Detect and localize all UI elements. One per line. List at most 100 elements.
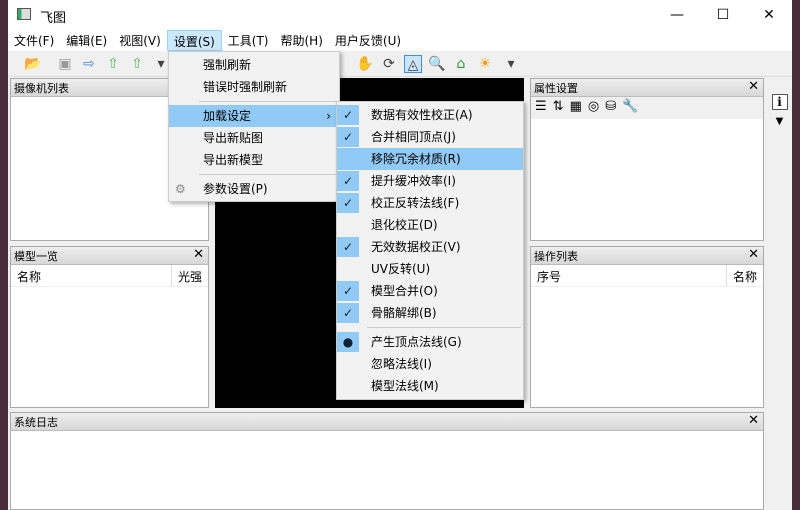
gear-icon: ⚙ [175,182,186,196]
menu-item-load-settings[interactable]: 加载设定 › [169,105,339,127]
menu-separator [199,174,337,175]
checkmark-icon: ✓ [337,171,359,191]
panel-title: 摄像机列表 [14,82,69,95]
toolbar-overflow2-icon[interactable]: ▾ [502,55,520,73]
submenu-arrow-icon: › [326,109,331,123]
submenu-item[interactable]: ✓ 提升缓冲效率(I) [337,170,523,192]
minimize-button[interactable]: — [654,0,700,30]
submenu-item[interactable]: 忽略法线(I) [337,353,523,375]
open-folder-icon[interactable]: 📂 [24,55,42,73]
submenu-item-label: 数据有效性校正(A) [371,108,473,122]
submenu-item-label: 校正反转法线(F) [371,196,460,210]
column-intensity[interactable]: 光强 [170,265,208,286]
menu-separator [367,327,521,328]
submenu-item-label: 骨骼解绑(B) [371,306,437,320]
orbit-icon[interactable]: ◬ [404,55,422,73]
rotate-icon[interactable]: ⟳ [380,55,398,73]
panel-title: 属性设置 [534,82,578,95]
zoom-icon[interactable]: 🔍 [428,55,446,73]
submenu-item-label: 合并相同顶点(J) [371,130,456,144]
menu-edit[interactable]: 编辑(E) [60,30,113,51]
properties-icon[interactable]: ▦ [570,99,588,114]
menu-file[interactable]: 文件(F) [8,30,60,51]
column-name[interactable]: 名称 [725,265,763,286]
panel-title: 系统日志 [14,416,58,429]
menu-help[interactable]: 帮助(H) [275,30,329,51]
submenu-item-label: 无效数据校正(V) [371,240,461,254]
window-title: 飞图 [40,11,67,26]
submenu-item-label: 模型法线(M) [371,379,439,393]
submenu-item[interactable]: 模型法线(M) [337,375,523,397]
submenu-item-label: 忽略法线(I) [371,357,432,371]
menu-item-label: 加载设定 [203,109,252,123]
radio-dot-icon: ● [337,332,359,352]
submenu-item-label: 提升缓冲效率(I) [371,174,456,188]
close-icon[interactable]: ✕ [748,79,759,94]
menu-bar: 文件(F) 编辑(E) 视图(V) 设置(S) 工具(T) 帮助(H) 用户反馈… [8,30,792,51]
database-icon[interactable]: ⛁ [605,99,622,114]
menu-settings[interactable]: 设置(S) [166,30,222,51]
dock-menu-icon[interactable]: ▼ [767,116,792,127]
properties-panel: 属性设置 ✕ ☰⇅▦◎⛁🔧 [530,78,764,241]
menu-item-parameters[interactable]: ⚙ 参数设置(P) [169,178,339,200]
panel-title: 模型一览 [14,250,58,263]
submenu-item[interactable]: 退化校正(D) [337,214,523,236]
sort-az-icon[interactable]: ⇅ [553,99,570,114]
upload-icon[interactable]: ⇧ [104,55,122,73]
submenu-item[interactable]: 移除冗余材质(R) [337,148,523,170]
submenu-item[interactable]: ✓ 模型合并(O) [337,280,523,302]
wrench-icon[interactable]: 🔧 [622,99,644,114]
close-icon[interactable]: ✕ [193,247,204,262]
submenu-item-label: 模型合并(O) [371,284,438,298]
checkmark-icon: ✓ [337,237,359,257]
upload2-icon[interactable]: ⇧ [128,55,146,73]
submenu-item[interactable]: ✓ 骨骼解绑(B) [337,302,523,324]
save-icon[interactable]: ▣ [56,55,74,73]
submenu-item[interactable]: ✓ 校正反转法线(F) [337,192,523,214]
menu-tools[interactable]: 工具(T) [222,30,275,51]
operation-list-panel: 操作列表 ✕ 序号 名称 [530,246,764,408]
menu-view[interactable]: 视图(V) [113,30,167,51]
panel-title: 操作列表 [534,250,578,263]
app-icon [17,8,31,20]
material-icon[interactable]: ◎ [588,99,605,114]
submenu-item-label: 退化校正(D) [371,218,438,232]
side-dock: i ▼ [767,78,792,408]
checkmark-icon: ✓ [337,193,359,213]
submenu-item-label: 产生顶点法线(G) [371,335,462,349]
close-button[interactable]: ✕ [746,0,792,30]
close-icon[interactable]: ✕ [748,247,759,262]
menu-separator [199,101,337,102]
submenu-item-label: 移除冗余材质(R) [371,152,461,166]
light-icon[interactable]: ☀ [476,55,494,73]
export-icon[interactable]: ⇨ [80,55,98,73]
menu-item-export-texture[interactable]: 导出新贴图 [169,127,339,149]
submenu-item-label: UV反转(U) [371,262,431,276]
column-index[interactable]: 序号 [531,265,567,286]
submenu-item[interactable]: ✓ 数据有效性校正(A) [337,104,523,126]
menu-item-force-refresh-on-error[interactable]: 错误时强制刷新 [169,76,339,98]
submenu-item[interactable]: ● 产生顶点法线(G) [337,331,523,353]
categorized-icon[interactable]: ☰ [535,99,553,114]
checkmark-icon: ✓ [337,105,359,125]
menu-item-force-refresh[interactable]: 强制刷新 [169,54,339,76]
column-name[interactable]: 名称 [11,265,47,286]
checkmark-icon: ✓ [337,303,359,323]
close-icon[interactable]: ✕ [748,413,759,428]
menu-feedback[interactable]: 用户反馈(U) [329,30,407,51]
pan-hand-icon[interactable]: ✋ [356,55,374,73]
toolbar: 📂 ▣ ⇨ ⇧ ⇧ ▾ ✋ ⟳ ◬ 🔍 ⌂ ☀ ▾ [8,51,792,77]
info-icon[interactable]: i [771,94,788,110]
system-log-panel: 系统日志 ✕ [10,412,764,510]
properties-toolbar: ☰⇅▦◎⛁🔧 [531,97,763,119]
submenu-item[interactable]: ✓ 无效数据校正(V) [337,236,523,258]
menu-item-label: 参数设置(P) [203,182,268,196]
load-settings-submenu: ✓ 数据有效性校正(A) ✓ 合并相同顶点(J) 移除冗余材质(R) ✓ 提升缓冲效率(I)… [336,101,524,400]
maximize-button[interactable]: ☐ [700,0,746,30]
checkmark-icon: ✓ [337,281,359,301]
submenu-item[interactable]: ✓ 合并相同顶点(J) [337,126,523,148]
select-icon[interactable]: ⌂ [452,55,470,73]
menu-item-export-model[interactable]: 导出新模型 [169,149,339,171]
checkmark-icon: ✓ [337,127,359,147]
submenu-item[interactable]: UV反转(U) [337,258,523,280]
